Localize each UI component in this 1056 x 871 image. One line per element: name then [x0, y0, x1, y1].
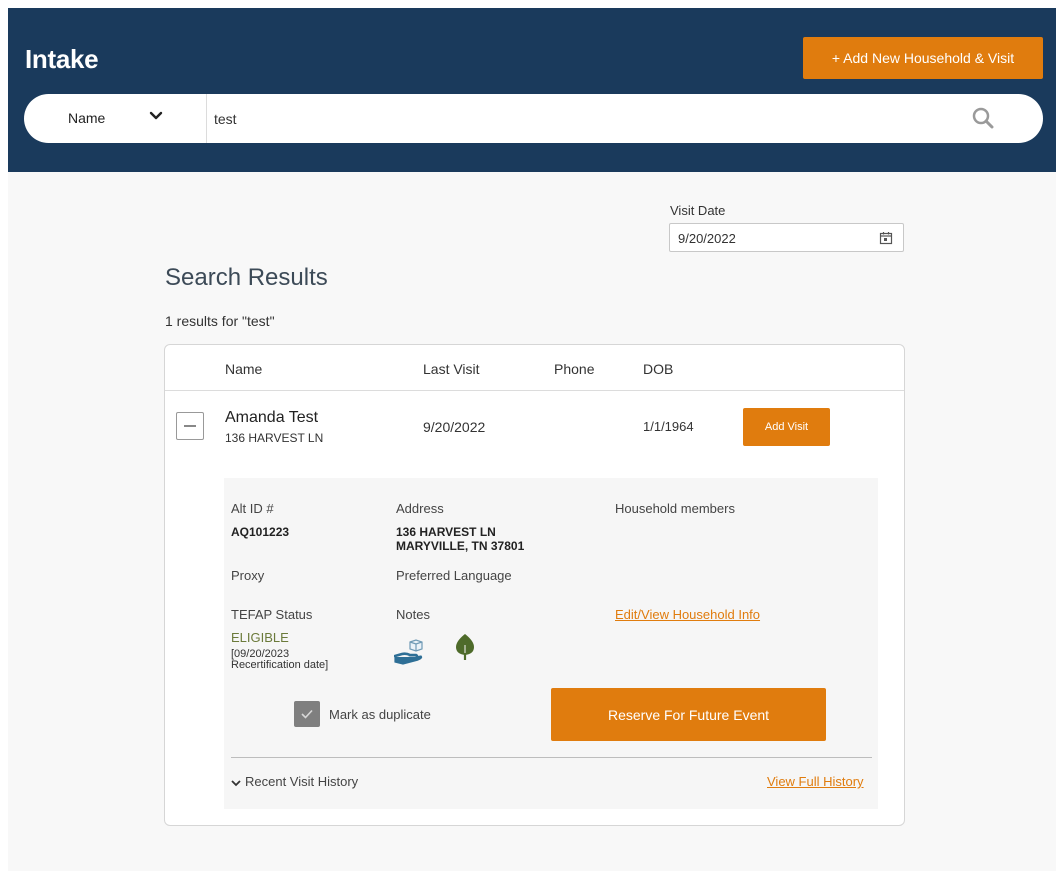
results-table: Name Last Visit Phone DOB Amanda Test 13…: [164, 344, 905, 826]
column-header-phone: Phone: [554, 361, 595, 377]
search-type-select[interactable]: Name: [24, 94, 207, 143]
client-name: Amanda Test: [225, 409, 319, 426]
recent-visit-history-label: Recent Visit History: [245, 774, 359, 789]
results-count: 1 results for "test": [165, 313, 275, 329]
app-header: Intake + Add New Household & Visit Name: [8, 8, 1056, 172]
client-dob: 1/1/1964: [643, 419, 694, 434]
visit-date-value: 9/20/2022: [678, 231, 736, 246]
recert-line2: Recertification date]: [231, 659, 329, 671]
address-line2: MARYVILLE, TN 37801: [396, 539, 525, 553]
panel-divider: [231, 757, 872, 758]
page-title: Intake: [25, 44, 99, 74]
visit-date-label: Visit Date: [670, 203, 726, 218]
recent-visit-history-toggle[interactable]: Recent Visit History: [231, 774, 358, 789]
column-header-name: Name: [225, 361, 263, 377]
search-type-label: Name: [68, 110, 106, 126]
notes-label: Notes: [396, 607, 430, 622]
search-results-title: Search Results: [165, 264, 328, 291]
hand-box-icon: [394, 639, 423, 665]
add-household-visit-button[interactable]: + Add New Household & Visit: [803, 37, 1043, 79]
preferred-language-label: Preferred Language: [396, 568, 512, 583]
reserve-future-event-button[interactable]: Reserve For Future Event: [551, 688, 826, 741]
header-divider: [165, 390, 904, 391]
page-frame: Intake + Add New Household & Visit Name …: [8, 8, 1056, 871]
calendar-icon[interactable]: [879, 231, 893, 245]
chevron-down-icon: [231, 779, 241, 786]
address-line1: 136 HARVEST LN: [396, 525, 496, 539]
client-address: 136 HARVEST LN: [225, 431, 324, 445]
mark-duplicate-label: Mark as duplicate: [329, 707, 431, 722]
client-last-visit: 9/20/2022: [423, 419, 486, 435]
tefap-status-label: TEFAP Status: [231, 607, 313, 622]
visit-date-input[interactable]: 9/20/2022: [669, 223, 904, 252]
collapse-row-button[interactable]: [176, 412, 204, 440]
minus-icon: [184, 425, 196, 427]
checkmark-icon: [301, 709, 313, 719]
mark-duplicate-checkbox[interactable]: [294, 701, 320, 727]
household-members-label: Household members: [615, 501, 735, 516]
edit-view-household-link[interactable]: Edit/View Household Info: [615, 607, 760, 622]
recertification-date: [09/20/2023 Recertification date]: [231, 649, 328, 671]
search-icon[interactable]: [971, 106, 995, 130]
view-full-history-link[interactable]: View Full History: [767, 774, 864, 789]
alt-id-value: AQ101223: [231, 525, 290, 539]
search-input[interactable]: [214, 102, 934, 135]
leaf-icon: [456, 634, 474, 660]
add-visit-button[interactable]: Add Visit: [743, 408, 830, 446]
proxy-label: Proxy: [231, 568, 265, 583]
column-header-dob: DOB: [643, 361, 674, 377]
alt-id-label: Alt ID #: [231, 501, 274, 516]
search-bar: Name: [24, 94, 1043, 143]
chevron-down-icon: [149, 111, 163, 120]
address-label: Address: [396, 501, 444, 516]
column-header-last-visit: Last Visit: [423, 361, 480, 377]
household-detail-panel: Alt ID # AQ101223 Address 136 HARVEST LN…: [224, 478, 878, 809]
tefap-status-value: ELIGIBLE: [231, 630, 289, 645]
